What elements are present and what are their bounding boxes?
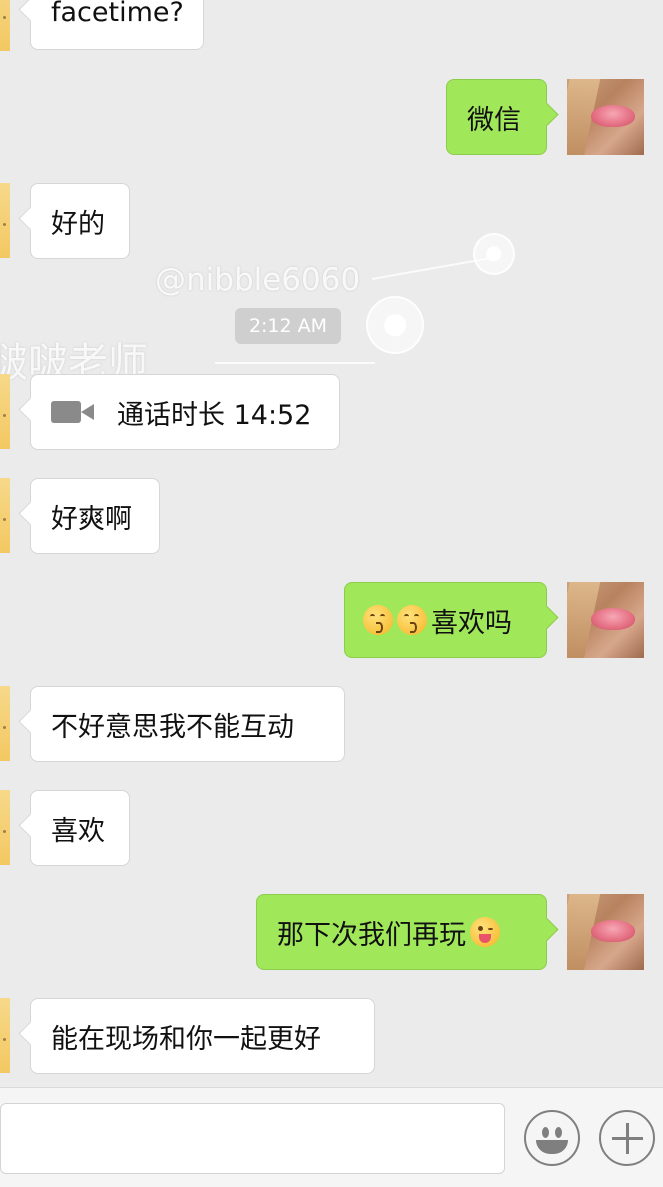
message-bubble-outgoing[interactable]: 喜欢吗 [344, 582, 547, 658]
message-bubble-incoming[interactable]: 不好意思我不能互动 [30, 686, 345, 762]
message-text: 不好意思我不能互动 [51, 711, 294, 743]
message-bubble-incoming[interactable]: facetime? [30, 0, 204, 50]
watermark-line [371, 257, 489, 280]
contact-avatar[interactable] [0, 478, 10, 553]
message-text: 喜欢吗 [431, 607, 512, 639]
chat-message-list[interactable]: facetime? 微信 好的 @nibble6060 啵啵老师 2:12 AM… [0, 0, 663, 1087]
call-duration-label: 通话时长 14:52 [117, 399, 312, 431]
my-avatar[interactable] [567, 582, 644, 658]
message-bubble-incoming[interactable]: 喜欢 [30, 790, 130, 866]
kissing-face-icon [397, 605, 427, 635]
timestamp-pill: 2:12 AM [235, 308, 341, 344]
contact-avatar[interactable] [0, 0, 10, 51]
video-camera-icon [51, 401, 95, 423]
my-avatar[interactable] [567, 79, 644, 155]
smiley-eye [555, 1127, 562, 1138]
my-avatar[interactable] [567, 894, 644, 970]
contact-avatar[interactable] [0, 998, 10, 1073]
message-bubble-incoming[interactable]: 能在现场和你一起更好 [30, 998, 375, 1074]
message-bubble-outgoing[interactable]: 那下次我们再玩 [256, 894, 547, 970]
message-text: 好爽啊 [51, 503, 132, 535]
message-text: 好的 [51, 208, 105, 240]
message-bubble-outgoing[interactable]: 微信 [446, 79, 547, 155]
contact-avatar[interactable] [0, 790, 10, 865]
contact-avatar[interactable] [0, 686, 10, 761]
winking-tongue-face-icon [470, 917, 500, 947]
more-button[interactable] [599, 1110, 655, 1166]
contact-avatar[interactable] [0, 374, 10, 449]
kissing-face-icon [363, 605, 393, 635]
watermark-handle: @nibble6060 [155, 262, 361, 298]
watermark-dot [473, 233, 515, 275]
message-text: 能在现场和你一起更好 [51, 1023, 321, 1055]
message-text: 微信 [467, 104, 521, 136]
smiley-face-icon [542, 1127, 549, 1138]
message-text: 那下次我们再玩 [277, 919, 466, 951]
message-text: 喜欢 [51, 815, 105, 847]
emoji-button[interactable] [524, 1110, 580, 1166]
smiley-mouth [536, 1140, 568, 1154]
input-bar [0, 1087, 663, 1187]
message-input[interactable] [0, 1103, 505, 1174]
watermark-dot [366, 296, 424, 354]
message-text: facetime? [51, 0, 184, 28]
contact-avatar[interactable] [0, 183, 10, 258]
message-bubble-incoming[interactable]: 好的 [30, 183, 130, 259]
video-call-record-bubble[interactable]: 通话时长 14:52 [30, 374, 340, 450]
watermark-line [215, 362, 375, 364]
message-bubble-incoming[interactable]: 好爽啊 [30, 478, 160, 554]
